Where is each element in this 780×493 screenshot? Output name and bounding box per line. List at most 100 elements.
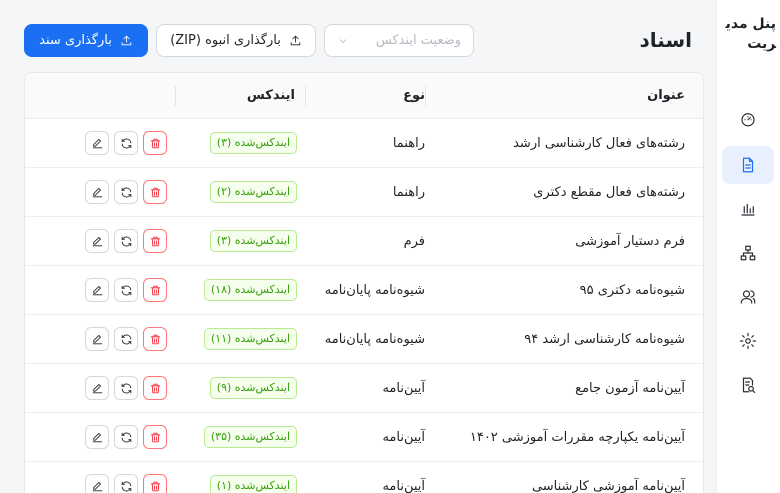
- bar-chart-icon: [741, 203, 755, 216]
- edit-button[interactable]: [85, 131, 109, 155]
- refresh-icon: [121, 138, 131, 148]
- edit-button[interactable]: [85, 376, 109, 400]
- table-row: آیین‌نامه آموزشی کارشناسی آیین‌نامه ایند…: [25, 462, 703, 493]
- edit-button[interactable]: [85, 180, 109, 204]
- document-title: آیین‌نامه یکپارچه مقررات آموزشی ۱۴۰۲: [469, 430, 685, 445]
- index-status-badge: ایندکس‌شده (۱۸): [203, 279, 297, 301]
- row-actions: [85, 229, 167, 253]
- edit-button[interactable]: [85, 278, 109, 302]
- document-type: راهنما: [392, 136, 425, 151]
- sidebar-item-structure[interactable]: [722, 234, 774, 272]
- document-type: شیوه‌نامه پایان‌نامه: [324, 332, 425, 347]
- upload-icon: [290, 35, 301, 46]
- trash-icon: [150, 138, 160, 148]
- trash-icon: [150, 334, 160, 344]
- reindex-button[interactable]: [114, 425, 138, 449]
- pencil-icon: [92, 285, 102, 295]
- documents-table: عنوان نوع ایندکس رشته‌های فعال کارشناسی …: [24, 72, 704, 493]
- reindex-button[interactable]: [114, 278, 138, 302]
- reindex-button[interactable]: [114, 131, 138, 155]
- bulk-upload-button[interactable]: بارگذاری انبوه (ZIP): [156, 24, 316, 57]
- sidebar-item-users[interactable]: [722, 278, 774, 316]
- pencil-icon: [92, 481, 102, 491]
- chevron-down-icon: [339, 38, 347, 43]
- document-icon: [742, 157, 754, 173]
- delete-button[interactable]: [143, 327, 167, 351]
- row-actions: [85, 278, 167, 302]
- document-title: رشته‌های فعال مقطع دکتری: [533, 185, 685, 200]
- refresh-icon: [121, 432, 131, 442]
- index-status-badge: ایندکس‌شده (۱): [209, 475, 297, 493]
- page-title: اسناد: [639, 28, 692, 52]
- upload-document-button[interactable]: بارگذاری سند: [24, 24, 148, 57]
- edit-button[interactable]: [85, 327, 109, 351]
- document-title: آیین‌نامه آزمون جامع: [575, 381, 685, 396]
- delete-button[interactable]: [143, 180, 167, 204]
- reindex-button[interactable]: [114, 376, 138, 400]
- users-icon: [740, 290, 756, 304]
- refresh-icon: [121, 187, 131, 197]
- gauge-icon: [741, 113, 755, 127]
- delete-button[interactable]: [143, 278, 167, 302]
- column-divider: [425, 86, 426, 106]
- edit-button[interactable]: [85, 425, 109, 449]
- pencil-icon: [92, 432, 102, 442]
- bulk-upload-label: بارگذاری انبوه (ZIP): [170, 33, 281, 48]
- index-status-filter[interactable]: وضعیت ایندکس: [324, 24, 474, 57]
- table-row: فرم دستیار آموزشی فرم ایندکس‌شده (۳): [25, 217, 703, 266]
- document-type: راهنما: [392, 185, 425, 200]
- app-root: پنل مدیریت اسناد بارگذاری سند بارگذاری ا…: [0, 0, 780, 493]
- document-type: آیین‌نامه: [382, 430, 425, 445]
- reindex-button[interactable]: [114, 327, 138, 351]
- delete-button[interactable]: [143, 425, 167, 449]
- sidebar-item-documents[interactable]: [722, 146, 774, 184]
- row-actions: [85, 131, 167, 155]
- column-divider: [175, 86, 176, 106]
- table-header: عنوان نوع ایندکس: [25, 73, 703, 119]
- pencil-icon: [92, 138, 102, 148]
- column-header-index: ایندکس: [246, 88, 295, 103]
- trash-icon: [150, 383, 160, 393]
- gear-icon: [739, 332, 757, 350]
- edit-button[interactable]: [85, 229, 109, 253]
- document-type: فرم: [403, 234, 425, 249]
- sidebar: پنل مدیریت: [716, 0, 780, 493]
- index-status-badge: ایندکس‌شده (۱۱): [203, 328, 297, 350]
- row-actions: [85, 474, 167, 493]
- refresh-icon: [121, 334, 131, 344]
- row-actions: [85, 425, 167, 449]
- index-status-badge: ایندکس‌شده (۳): [209, 230, 297, 252]
- upload-document-label: بارگذاری سند: [39, 33, 112, 48]
- sidebar-item-logs[interactable]: [722, 366, 774, 404]
- table-row: آیین‌نامه یکپارچه مقررات آموزشی ۱۴۰۲ آیی…: [25, 413, 703, 462]
- pencil-icon: [92, 334, 102, 344]
- document-title: فرم دستیار آموزشی: [575, 234, 685, 249]
- hierarchy-icon: [740, 245, 756, 261]
- column-divider: [305, 86, 306, 106]
- sidebar-item-analytics[interactable]: [722, 190, 774, 228]
- delete-button[interactable]: [143, 376, 167, 400]
- reindex-button[interactable]: [114, 180, 138, 204]
- delete-button[interactable]: [143, 474, 167, 493]
- delete-button[interactable]: [143, 229, 167, 253]
- index-status-badge: ایندکس‌شده (۲): [209, 181, 297, 203]
- edit-button[interactable]: [85, 474, 109, 493]
- reindex-button[interactable]: [114, 229, 138, 253]
- sidebar-item-dashboard[interactable]: [722, 100, 774, 138]
- index-status-placeholder: وضعیت ایندکس: [375, 33, 461, 48]
- document-type: آیین‌نامه: [382, 479, 425, 493]
- pencil-icon: [92, 187, 102, 197]
- reindex-button[interactable]: [114, 474, 138, 493]
- sidebar-item-settings[interactable]: [722, 322, 774, 360]
- refresh-icon: [121, 285, 131, 295]
- pencil-icon: [92, 236, 102, 246]
- index-status-badge: ایندکس‌شده (۳۵): [203, 426, 297, 448]
- trash-icon: [150, 432, 160, 442]
- trash-icon: [150, 285, 160, 295]
- delete-button[interactable]: [143, 131, 167, 155]
- pencil-icon: [92, 383, 102, 393]
- document-title: شیوه‌نامه کارشناسی ارشد ۹۴: [524, 332, 685, 347]
- brand-title: پنل مدیریت: [725, 16, 776, 52]
- table-row: شیوه‌نامه دکتری ۹۵ شیوه‌نامه پایان‌نامه …: [25, 266, 703, 315]
- document-type: شیوه‌نامه پایان‌نامه: [324, 283, 425, 298]
